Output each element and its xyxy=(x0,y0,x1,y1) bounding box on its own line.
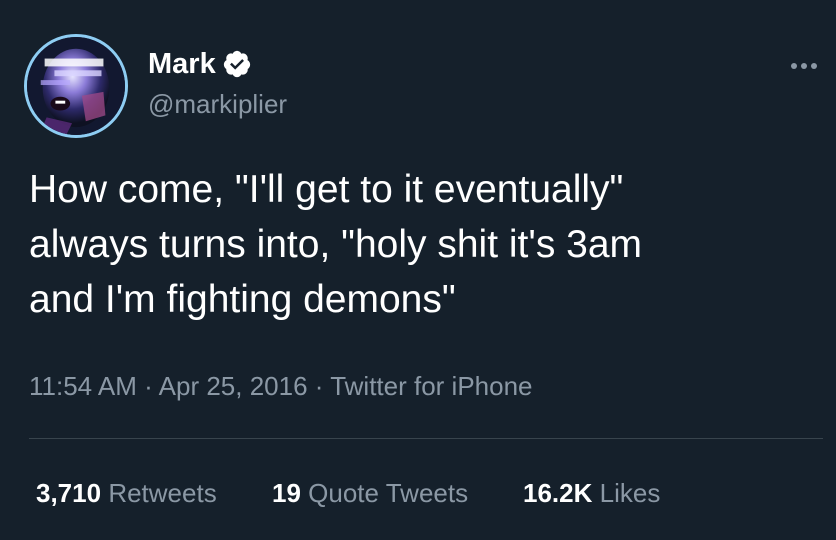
retweets-count: 3,710 xyxy=(36,478,102,508)
more-dot xyxy=(791,63,797,69)
author-handle[interactable]: @markiplier xyxy=(148,87,287,121)
quote-tweets-label: Quote Tweets xyxy=(308,478,469,508)
author-name-row[interactable]: Mark xyxy=(148,46,252,82)
author-display-name[interactable]: Mark xyxy=(148,46,216,82)
quote-tweets-count: 19 xyxy=(272,478,301,508)
tweet-time[interactable]: 11:54 AM xyxy=(29,371,137,401)
tweet-text: How come, "I'll get to it eventually" al… xyxy=(29,168,643,321)
more-horizontal-icon[interactable] xyxy=(784,56,824,76)
divider xyxy=(29,438,823,439)
likes-stat[interactable]: 16.2K Likes xyxy=(523,475,660,511)
retweets-label: Retweets xyxy=(108,478,217,508)
avatar-image xyxy=(27,37,125,135)
meta-separator: · xyxy=(314,371,324,401)
likes-label: Likes xyxy=(599,478,661,508)
quote-tweets-stat[interactable]: 19 Quote Tweets xyxy=(272,475,468,511)
meta-separator: · xyxy=(144,371,153,401)
verified-badge-icon xyxy=(222,49,252,79)
more-dot xyxy=(811,63,817,69)
tweet-source[interactable]: Twitter for iPhone xyxy=(330,371,532,401)
tweet-date[interactable]: Apr 25, 2016 xyxy=(159,371,308,401)
retweets-stat[interactable]: 3,710 Retweets xyxy=(36,475,217,511)
more-dot xyxy=(801,63,807,69)
likes-count: 16.2K xyxy=(523,478,593,508)
tweet-meta: 11:54 AM · Apr 25, 2016 · Twitter for iP… xyxy=(29,368,533,404)
avatar[interactable] xyxy=(24,34,128,138)
